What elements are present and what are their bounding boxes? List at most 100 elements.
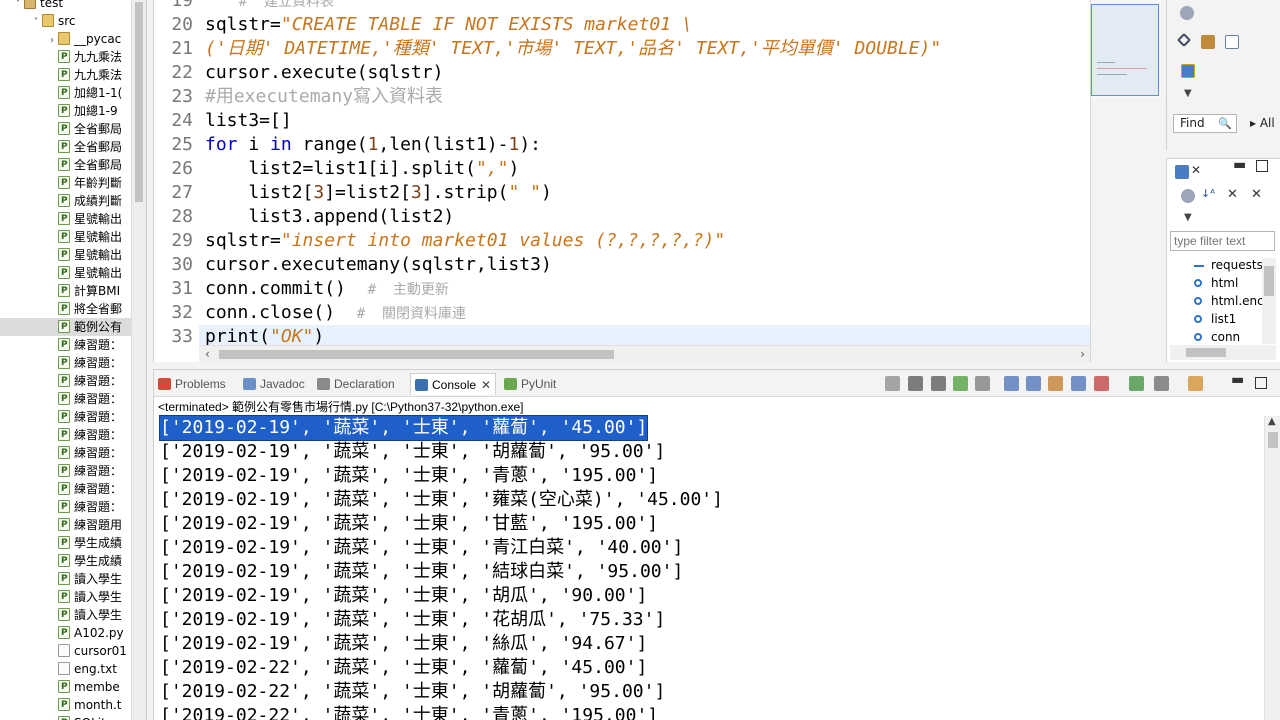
- new-console-icon[interactable]: [1154, 376, 1169, 391]
- outline-vscroll-thumb[interactable]: [1264, 266, 1274, 296]
- console-output-line[interactable]: ['2019-02-19', '蔬菜', '士東', '結球白菜', '95.0…: [160, 560, 683, 584]
- tools-icon[interactable]: [1176, 32, 1192, 48]
- tree-item[interactable]: 練習題：: [0, 498, 122, 516]
- tree-item[interactable]: ˅ test: [0, 0, 63, 12]
- console-output-line[interactable]: ['2019-02-19', '蔬菜', '士東', '絲瓜', '94.67'…: [160, 632, 647, 656]
- tab-javadoc[interactable]: Javadoc: [243, 375, 305, 393]
- editor-hscroll-thumb[interactable]: [219, 350, 614, 359]
- word-wrap-icon[interactable]: [1026, 376, 1041, 391]
- code-line[interactable]: sqlstr="insert into market01 values (?,?…: [205, 229, 725, 253]
- tree-item[interactable]: ˅ src: [0, 12, 76, 30]
- tree-item[interactable]: 星號輸出: [0, 264, 122, 282]
- sort-icon[interactable]: [1181, 189, 1195, 203]
- outline-item[interactable]: html: [1194, 274, 1238, 292]
- tree-item[interactable]: 星號輸出: [0, 228, 122, 246]
- tree-item[interactable]: 成績判斷: [0, 192, 122, 210]
- chevron-down-icon[interactable]: ▼: [1184, 88, 1192, 99]
- database-icon[interactable]: [1181, 64, 1195, 78]
- code-line[interactable]: conn.close() # 關閉資料庫連: [205, 301, 466, 325]
- code-line[interactable]: list2=list1[i].split(","): [205, 157, 519, 181]
- search-icon[interactable]: 🔍: [1218, 115, 1232, 132]
- outline-hscroll-thumb[interactable]: [1186, 348, 1226, 357]
- code-line[interactable]: for i in range(1,len(list1)-1):: [205, 133, 541, 157]
- tree-item[interactable]: 讀入學生: [0, 606, 122, 624]
- filter-x-icon[interactable]: ✕: [1227, 187, 1238, 202]
- console-output-line[interactable]: ['2019-02-19', '蔬菜', '士東', '胡瓜', '90.00'…: [160, 584, 647, 608]
- scroll-right-icon[interactable]: ›: [1080, 346, 1085, 362]
- maximize-icon[interactable]: [1256, 160, 1268, 172]
- tree-item[interactable]: 將全省郵: [0, 300, 122, 318]
- stop-icon[interactable]: [885, 376, 900, 391]
- outline-vscroll[interactable]: [1262, 258, 1276, 344]
- show-stdout-icon[interactable]: [1048, 376, 1063, 391]
- remove-all-icon[interactable]: [931, 376, 946, 391]
- scroll-up-icon[interactable]: ▲: [1268, 416, 1276, 427]
- collapse-icon[interactable]: [1225, 35, 1239, 49]
- tree-item[interactable]: 練習題用: [0, 516, 122, 534]
- explorer-scrollbar[interactable]: [131, 0, 146, 720]
- console-output-line[interactable]: ['2019-02-19', '蔬菜', '士東', '蘿蔔', '45.00'…: [158, 415, 649, 441]
- explorer-scroll-thumb[interactable]: [135, 2, 143, 202]
- copy-icon[interactable]: [975, 376, 990, 391]
- scroll-left-icon[interactable]: ‹: [205, 346, 210, 362]
- outline-icon[interactable]: [1175, 165, 1189, 179]
- console-output-line[interactable]: ['2019-02-19', '蔬菜', '士東', '青蔥', '195.00…: [160, 464, 658, 488]
- tree-item[interactable]: 全省郵局: [0, 120, 122, 138]
- tree-item[interactable]: 練習題：: [0, 480, 122, 498]
- tree-item[interactable]: 加總1-1(: [0, 84, 122, 102]
- maximize-icon[interactable]: [1255, 377, 1267, 389]
- editor-horizontal-scrollbar[interactable]: ‹ ›: [199, 345, 1090, 362]
- console-output-line[interactable]: ['2019-02-19', '蔬菜', '士東', '甘藍', '195.00…: [160, 512, 658, 536]
- console-output-line[interactable]: ['2019-02-19', '蔬菜', '士東', '蕹菜(空心菜)', '4…: [160, 488, 723, 512]
- tree-item[interactable]: 九九乘法: [0, 48, 122, 66]
- tree-item[interactable]: membe: [0, 678, 120, 696]
- tree-item[interactable]: month.t: [0, 696, 121, 714]
- alpha-sort-icon[interactable]: ↓ᴬ: [1201, 187, 1215, 200]
- tree-item[interactable]: 練習題：: [0, 354, 122, 372]
- tree-item[interactable]: 練習題：: [0, 336, 122, 354]
- console-vscroll[interactable]: ▲: [1264, 416, 1280, 720]
- tree-item[interactable]: 年齡判斷: [0, 174, 122, 192]
- display-console-icon[interactable]: [1129, 376, 1144, 391]
- tree-item[interactable]: 練習題：: [0, 408, 122, 426]
- code-line[interactable]: sqlstr="CREATE TABLE IF NOT EXISTS marke…: [205, 13, 693, 37]
- tree-item[interactable]: A102.py: [0, 624, 124, 642]
- code-line[interactable]: # 建立資料表: [205, 0, 334, 13]
- outline-item[interactable]: requests: [1194, 256, 1263, 274]
- tree-item[interactable]: 計算BMI: [0, 282, 120, 300]
- minimize-icon[interactable]: ▬: [1233, 157, 1246, 173]
- show-stderr-icon[interactable]: [1071, 376, 1086, 391]
- outline-hscroll[interactable]: [1170, 345, 1276, 360]
- code-line[interactable]: list2[3]=list2[3].strip(" "): [205, 181, 551, 205]
- tree-item[interactable]: 星號輸出: [0, 210, 122, 228]
- find-field[interactable]: Find 🔍: [1173, 114, 1237, 133]
- remove-launch-icon[interactable]: [908, 376, 923, 391]
- tab-pyunit[interactable]: PyUnit: [504, 375, 556, 393]
- outline-filter-input[interactable]: [1170, 231, 1275, 251]
- tab-declaration[interactable]: Declaration: [317, 375, 395, 393]
- scroll-lock-icon[interactable]: [1004, 376, 1019, 391]
- outline-item[interactable]: html.enc: [1194, 292, 1264, 310]
- tree-item[interactable]: 加總1-9: [0, 102, 118, 120]
- code-line[interactable]: #用executemany寫入資料表: [205, 85, 443, 109]
- tree-item[interactable]: 練習題：: [0, 426, 122, 444]
- bookmark-icon[interactable]: [1201, 35, 1215, 49]
- tab-problems[interactable]: Problems: [158, 375, 226, 393]
- console-output-line[interactable]: ['2019-02-19', '蔬菜', '士東', '青江白菜', '40.0…: [160, 536, 683, 560]
- tree-item[interactable]: 九九乘法: [0, 66, 122, 84]
- code-line[interactable]: ('日期' DATETIME,'種類' TEXT,'市場' TEXT,'品名' …: [205, 37, 941, 61]
- perspective-icon[interactable]: [1180, 6, 1194, 20]
- tab-console[interactable]: Console ✕: [410, 373, 497, 395]
- tree-item[interactable]: 練習題：: [0, 390, 122, 408]
- tree-item[interactable]: 學生成績: [0, 534, 122, 552]
- code-editor[interactable]: 19 20 21 22 23 24 25 26 27 28 29 30 31 32 33 # 建立資料表 sq…: [153, 0, 1090, 362]
- tree-item[interactable]: 星號輸出: [0, 246, 122, 264]
- tree-item[interactable]: 全省郵局: [0, 138, 122, 156]
- console-output-line[interactable]: ['2019-02-19', '蔬菜', '士東', '胡蘿蔔', '95.00…: [160, 440, 665, 464]
- close-icon[interactable]: ✕: [481, 378, 491, 392]
- console-vscroll-thumb[interactable]: [1268, 432, 1278, 448]
- collapse-all-icon[interactable]: ✕: [1251, 187, 1262, 202]
- code-line[interactable]: cursor.executemany(sqlstr,list3): [205, 253, 552, 277]
- outline-menu-chevron-icon[interactable]: ▼: [1184, 212, 1192, 223]
- minimize-icon[interactable]: ▬: [1231, 372, 1244, 388]
